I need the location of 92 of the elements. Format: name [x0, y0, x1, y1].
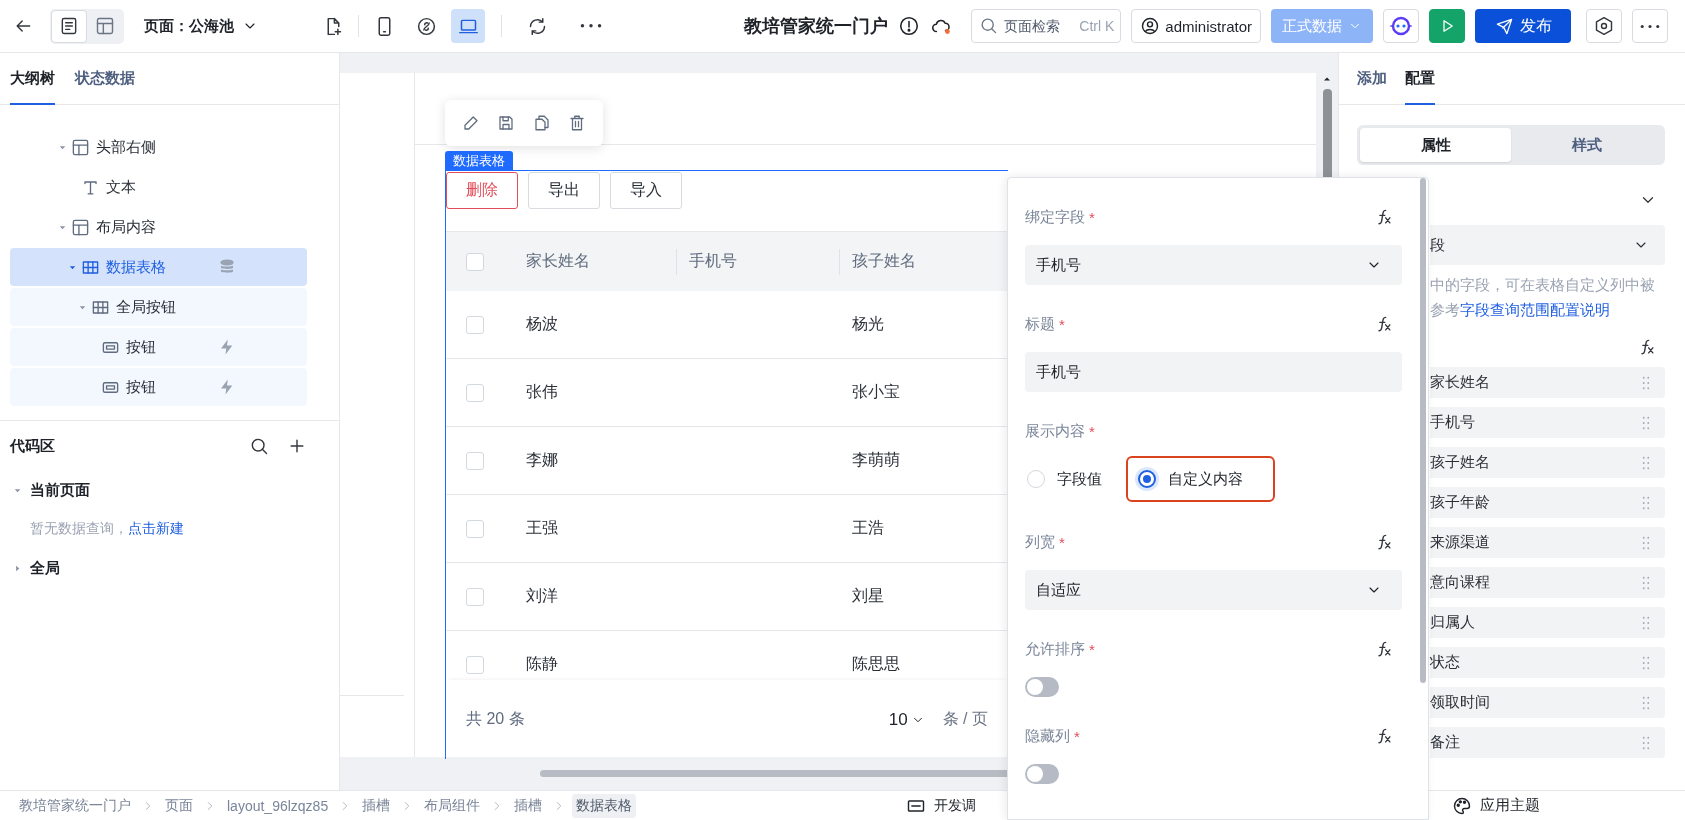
input-field[interactable]: 手机号: [1025, 352, 1402, 392]
radio-option[interactable]: 自定义内容: [1126, 456, 1275, 502]
column-item[interactable]: 孩子年龄: [1430, 487, 1665, 518]
column-header: 孩子姓名: [851, 251, 917, 271]
tab[interactable]: 添加: [1357, 53, 1387, 105]
required-mark: *: [1089, 640, 1095, 658]
required-mark: *: [1059, 533, 1065, 551]
tab[interactable]: 配置: [1405, 53, 1435, 105]
table-cell-text: 李娜: [525, 450, 559, 470]
component-tag: 数据表格: [445, 151, 513, 170]
theme-label[interactable]: 应用主题: [1480, 796, 1540, 815]
help-text: 参考字段查询范围配置说明: [1430, 301, 1611, 320]
select-field[interactable]: 段: [1430, 225, 1665, 265]
action-button[interactable]: 导出: [528, 172, 600, 209]
tree-item[interactable]: 文本: [10, 168, 307, 206]
select-field[interactable]: 自适应: [1025, 570, 1402, 610]
column-item[interactable]: 领取时间: [1430, 687, 1665, 718]
tab[interactable]: 状态数据: [75, 53, 135, 105]
segment-tab[interactable]: 属性: [1360, 128, 1511, 162]
table-cell-text: 杨波: [525, 314, 559, 334]
column-item[interactable]: 意向课程: [1430, 567, 1665, 598]
tree-label: 按钮: [126, 377, 156, 397]
table-cell-text: 张小宝: [851, 382, 901, 402]
table-cell-text: 刘星: [851, 586, 885, 606]
column-item[interactable]: 手机号: [1430, 407, 1665, 438]
shortcut-hint: Ctrl K: [1079, 18, 1115, 34]
tree-label: 按钮: [126, 337, 156, 357]
table-cell-text: 陈静: [525, 654, 559, 674]
section-title: 代码区: [10, 436, 55, 456]
field-label: 展示内容: [1025, 421, 1085, 441]
table-cell-text: 王浩: [851, 518, 885, 538]
tree-item[interactable]: 头部右侧: [10, 128, 307, 166]
tree-item[interactable]: 按钮: [10, 368, 307, 406]
breadcrumb[interactable]: 教培管家统一门户: [15, 793, 135, 818]
action-button[interactable]: 导入: [610, 172, 682, 209]
breadcrumb[interactable]: 插槽: [510, 793, 547, 818]
tab[interactable]: 大纲树: [10, 53, 55, 105]
select-field[interactable]: 手机号: [1025, 245, 1402, 285]
field-label: 列宽: [1025, 532, 1055, 552]
table-cell-text: 王强: [525, 518, 559, 538]
tree-label: 布局内容: [96, 217, 156, 237]
table-cell-text: 李萌萌: [851, 450, 901, 470]
column-item[interactable]: 状态: [1430, 647, 1665, 678]
table-cell-text: 杨光: [851, 314, 885, 334]
column-item[interactable]: 家长姓名: [1430, 367, 1665, 398]
column-item[interactable]: 备注: [1430, 727, 1665, 758]
field-label: 绑定字段: [1025, 207, 1085, 227]
breadcrumb[interactable]: 布局组件: [420, 793, 485, 818]
tree-item[interactable]: 布局内容: [10, 208, 307, 246]
tree-item[interactable]: 按钮: [10, 328, 307, 366]
tree-label: 文本: [106, 177, 136, 197]
tree-item[interactable]: 全局按钮: [10, 288, 307, 326]
field-label: 隐藏列: [1025, 726, 1070, 746]
required-mark: *: [1074, 727, 1080, 745]
segment-tab[interactable]: 样式: [1511, 128, 1662, 162]
tree-label: 全局按钮: [116, 297, 176, 317]
page-size-select[interactable]: 10: [888, 709, 925, 730]
help-text: 中的字段，可在表格自定义列中被: [1430, 276, 1656, 295]
radio-option[interactable]: 字段值: [1025, 456, 1120, 502]
tree-item[interactable]: 全局: [30, 558, 60, 578]
table-cell-text: 张伟: [525, 382, 559, 402]
field-label: 标题: [1025, 314, 1055, 334]
breadcrumb[interactable]: 插槽: [358, 793, 395, 818]
breadcrumb[interactable]: layout_96lzqz85: [223, 794, 333, 817]
page-size-label: 条 / 页: [942, 709, 988, 729]
column-item[interactable]: 来源渠道: [1430, 527, 1665, 558]
empty-message: 暂无数据查询，点击新建: [30, 520, 184, 538]
page-selector[interactable]: 页面：公海池: [144, 16, 258, 36]
create-link[interactable]: 点击新建: [128, 520, 184, 536]
publish-button[interactable]: 发布: [1475, 9, 1571, 43]
breadcrumb[interactable]: 页面: [161, 793, 197, 818]
table-cell-text: 陈思思: [851, 654, 901, 674]
column-item[interactable]: 归属人: [1430, 607, 1665, 638]
app-title: 教培管家统一门户: [744, 15, 888, 38]
column-header: 手机号: [677, 248, 840, 275]
user-button[interactable]: administrator: [1131, 9, 1261, 43]
table-cell-text: 刘洋: [525, 586, 559, 606]
action-button[interactable]: 删除: [446, 172, 518, 209]
column-header: 家长姓名: [514, 248, 677, 275]
column-item[interactable]: 孩子姓名: [1430, 447, 1665, 478]
required-mark: *: [1089, 208, 1095, 226]
total-count: 共 20 条: [466, 709, 525, 729]
tree-item[interactable]: 数据表格: [10, 248, 307, 286]
field-label: 允许排序: [1025, 639, 1085, 659]
tree-item[interactable]: 当前页面: [30, 480, 90, 500]
help-link[interactable]: 字段查询范围配置说明: [1460, 302, 1610, 318]
required-mark: *: [1059, 315, 1065, 333]
tree-label: 头部右侧: [96, 137, 156, 157]
required-mark: *: [1089, 422, 1095, 440]
tree-label: 数据表格: [106, 257, 166, 277]
breadcrumb[interactable]: 数据表格: [572, 793, 637, 818]
debug-label[interactable]: 开发调: [934, 796, 977, 815]
